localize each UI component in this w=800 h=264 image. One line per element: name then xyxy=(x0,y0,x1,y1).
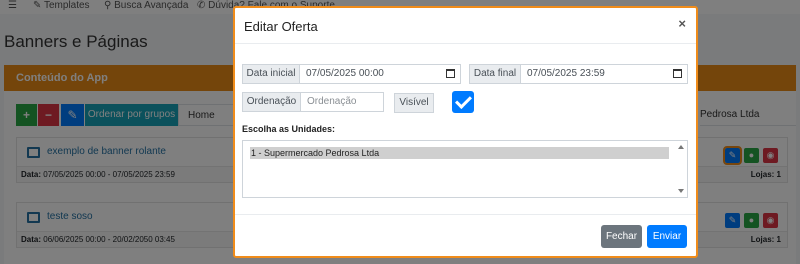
units-option[interactable]: 1 - Supermercado Pedrosa Ltda xyxy=(250,147,669,159)
end-date-input[interactable]: 07/05/2025 23:59 xyxy=(520,64,688,84)
modal-header: Editar Oferta × xyxy=(235,8,696,44)
units-label: Escolha as Unidades: xyxy=(242,124,336,134)
units-select[interactable]: 1 - Supermercado Pedrosa Ltda xyxy=(242,140,688,198)
start-date-label: Data inicial xyxy=(242,64,300,84)
modal-title: Editar Oferta xyxy=(244,19,318,34)
start-date-value: 07/05/2025 00:00 xyxy=(306,68,384,79)
visible-label: Visível xyxy=(394,93,434,113)
scroll-up-arrow[interactable] xyxy=(678,145,684,149)
close-modal-button[interactable]: Fechar xyxy=(601,225,642,248)
submit-button[interactable]: Enviar xyxy=(647,225,687,248)
ordering-placeholder: Ordenação xyxy=(307,96,357,107)
edit-offer-modal: Editar Oferta × Data inicial 07/05/2025 … xyxy=(233,6,698,258)
close-button[interactable]: × xyxy=(678,16,686,31)
end-date-label: Data final xyxy=(469,64,521,84)
visible-checkbox[interactable] xyxy=(452,91,474,113)
ordering-input[interactable]: Ordenação xyxy=(300,92,384,112)
scroll-down-arrow[interactable] xyxy=(678,189,684,193)
calendar-icon[interactable] xyxy=(673,69,682,78)
ordering-label: Ordenação xyxy=(242,92,301,112)
end-date-value: 07/05/2025 23:59 xyxy=(527,68,605,79)
start-date-input[interactable]: 07/05/2025 00:00 xyxy=(299,64,461,84)
calendar-icon[interactable] xyxy=(446,69,455,78)
modal-footer-divider xyxy=(235,214,696,215)
